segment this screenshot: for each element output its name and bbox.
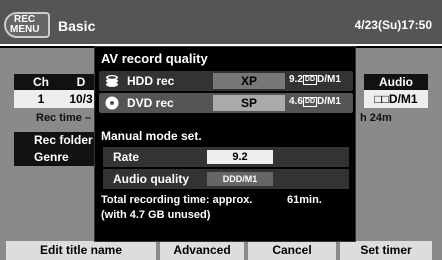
rec-time-remaining: h 24m: [360, 112, 392, 124]
hdd-rate-info: 9.2 DD D/M1: [289, 74, 341, 85]
audio-quality-value: D/M1: [235, 174, 258, 184]
dolby-icon: DD: [222, 174, 236, 184]
rec-menu-icon: REC MENU: [4, 12, 50, 38]
cell-date[interactable]: 10/3: [68, 90, 94, 108]
rec-menu-icon-line2: MENU: [10, 24, 40, 35]
av-record-quality-popup: AV record quality HDD rec XP 9.2 DD D/M1 D…: [94, 46, 356, 242]
column-header-audio: Audio: [364, 74, 428, 90]
hdd-audio-value: D/M1: [317, 74, 341, 85]
dvd-rec-row[interactable]: DVD rec SP 4.6 DD D/M1: [99, 93, 353, 113]
audio-quality-row[interactable]: Audio quality DDD/M1: [103, 169, 349, 189]
dvd-rec-label: DVD rec: [127, 96, 174, 110]
rate-row[interactable]: Rate 9.2: [103, 147, 349, 167]
total-recording-minutes: 61min.: [287, 194, 322, 206]
dvd-audio-value: D/M1: [317, 96, 341, 107]
page-title: Basic: [58, 18, 96, 34]
dolby-icon: DD: [302, 75, 318, 85]
cancel-button[interactable]: Cancel: [248, 241, 336, 260]
recorder-screen: REC MENU Basic 4/23(Su)17:50 Ch D Audio …: [0, 0, 442, 260]
unused-space-note: (with 4.7 GB unused): [101, 209, 211, 221]
dolby-icon: DD: [302, 97, 318, 107]
rec-folder-button[interactable]: Rec folder: [14, 132, 100, 149]
header-bar: REC MENU Basic 4/23(Su)17:50: [0, 0, 442, 46]
rec-time-label: Rec time –: [36, 112, 92, 124]
cell-ch[interactable]: 1: [14, 90, 68, 108]
set-timer-button[interactable]: Set timer: [340, 241, 432, 260]
manual-mode-panel: Manual mode set. Rate 9.2 Audio quality …: [99, 127, 353, 239]
dvd-disc-icon: [105, 96, 119, 110]
bottom-bar: Edit title name Advanced Cancel Set time…: [0, 241, 442, 260]
advanced-button[interactable]: Advanced: [160, 241, 244, 260]
dvd-mode-select[interactable]: SP: [213, 95, 285, 111]
dvd-rate-value: 4.6: [289, 96, 303, 107]
column-header-ch: Ch: [14, 74, 68, 90]
hdd-mode-select[interactable]: XP: [213, 73, 285, 89]
hdd-rec-label: HDD rec: [127, 74, 175, 88]
manual-mode-title: Manual mode set.: [101, 129, 202, 143]
rate-label: Rate: [113, 150, 140, 164]
hdd-rec-row[interactable]: HDD rec XP 9.2 DD D/M1: [99, 71, 353, 91]
hdd-icon: [106, 75, 118, 87]
clock-display: 4/23(Su)17:50: [354, 18, 432, 32]
total-recording-time-label: Total recording time: approx.: [101, 194, 253, 206]
column-header-d: D: [68, 74, 94, 90]
popup-title: AV record quality: [101, 51, 208, 66]
genre-button[interactable]: Genre: [14, 149, 100, 166]
hdd-rate-value: 9.2: [289, 74, 303, 85]
dvd-rate-info: 4.6 DD D/M1: [289, 96, 341, 107]
audio-quality-label: Audio quality: [113, 172, 189, 186]
rate-value-field[interactable]: 9.2: [207, 150, 273, 164]
edit-title-name-button[interactable]: Edit title name: [6, 241, 156, 260]
audio-quality-value-field[interactable]: DDD/M1: [207, 172, 273, 186]
cell-audio[interactable]: □□D/M1: [364, 90, 428, 108]
